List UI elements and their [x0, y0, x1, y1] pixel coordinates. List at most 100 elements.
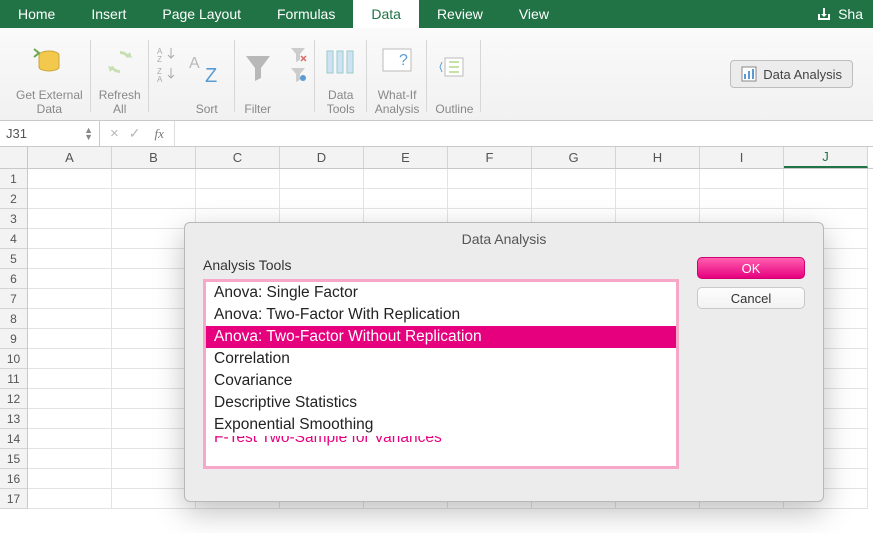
cell[interactable] — [112, 189, 196, 209]
cancel-formula-icon[interactable]: × — [110, 125, 119, 142]
row-header[interactable]: 1 — [0, 169, 28, 189]
analysis-tool-item[interactable]: F-Test Two-Sample for Variances — [206, 436, 676, 448]
cell[interactable] — [448, 169, 532, 189]
share-button[interactable]: Sha — [810, 6, 873, 22]
tab-view[interactable]: View — [501, 0, 567, 28]
group-data-tools[interactable]: Data Tools — [315, 32, 367, 120]
row-header[interactable]: 2 — [0, 189, 28, 209]
cell[interactable] — [28, 169, 112, 189]
cell[interactable] — [28, 249, 112, 269]
row-header[interactable]: 10 — [0, 349, 28, 369]
cell[interactable] — [700, 169, 784, 189]
cancel-button[interactable]: Cancel — [697, 287, 805, 309]
cell[interactable] — [448, 189, 532, 209]
col-header-c[interactable]: C — [196, 147, 280, 168]
row-header[interactable]: 14 — [0, 429, 28, 449]
tab-review[interactable]: Review — [419, 0, 501, 28]
cell[interactable] — [28, 269, 112, 289]
analysis-tool-item[interactable]: Covariance — [206, 370, 676, 392]
cell[interactable] — [532, 169, 616, 189]
cell[interactable] — [28, 309, 112, 329]
cell[interactable] — [364, 189, 448, 209]
col-header-h[interactable]: H — [616, 147, 700, 168]
col-header-a[interactable]: A — [28, 147, 112, 168]
row-header[interactable]: 3 — [0, 209, 28, 229]
cell[interactable] — [28, 289, 112, 309]
row-header[interactable]: 15 — [0, 449, 28, 469]
col-header-i[interactable]: I — [700, 147, 784, 168]
cell[interactable] — [784, 189, 868, 209]
cell[interactable] — [784, 169, 868, 189]
name-box-stepper[interactable]: ▲▼ — [84, 127, 93, 141]
group-sort[interactable]: AZ Sort — [179, 32, 235, 120]
cell[interactable] — [28, 329, 112, 349]
col-header-b[interactable]: B — [112, 147, 196, 168]
cell[interactable] — [28, 409, 112, 429]
cell[interactable] — [616, 169, 700, 189]
formula-input[interactable] — [174, 121, 873, 146]
tab-data[interactable]: Data — [353, 0, 419, 28]
cell[interactable] — [28, 349, 112, 369]
group-filter[interactable]: Filter — [235, 32, 281, 120]
analysis-tool-item[interactable]: Correlation — [206, 348, 676, 370]
sort-desc-button[interactable]: ZA — [157, 66, 177, 82]
col-header-e[interactable]: E — [364, 147, 448, 168]
cell[interactable] — [28, 369, 112, 389]
sort-asc-button[interactable]: AZ — [157, 46, 177, 62]
row-header[interactable]: 12 — [0, 389, 28, 409]
col-header-f[interactable]: F — [448, 147, 532, 168]
cell[interactable] — [616, 189, 700, 209]
col-header-j[interactable]: J — [784, 147, 868, 168]
cell[interactable] — [532, 189, 616, 209]
cell[interactable] — [28, 389, 112, 409]
col-header-d[interactable]: D — [280, 147, 364, 168]
analysis-tools-list[interactable]: Anova: Single FactorAnova: Two-Factor Wi… — [203, 279, 679, 469]
data-analysis-button[interactable]: Data Analysis — [730, 60, 853, 88]
cell[interactable] — [700, 189, 784, 209]
group-get-external-data[interactable]: Get External Data — [8, 32, 91, 120]
fx-label[interactable]: fx — [155, 126, 164, 142]
row-header[interactable]: 4 — [0, 229, 28, 249]
row-header[interactable]: 17 — [0, 489, 28, 509]
cell[interactable] — [196, 189, 280, 209]
row-header[interactable]: 5 — [0, 249, 28, 269]
accept-formula-icon[interactable]: ✓ — [129, 125, 141, 142]
analysis-tool-item[interactable]: Anova: Single Factor — [206, 282, 676, 304]
row-header[interactable]: 11 — [0, 369, 28, 389]
row-header[interactable]: 7 — [0, 289, 28, 309]
cell[interactable] — [28, 229, 112, 249]
cell[interactable] — [280, 169, 364, 189]
cell[interactable] — [112, 169, 196, 189]
ok-button[interactable]: OK — [697, 257, 805, 279]
row-header[interactable]: 6 — [0, 269, 28, 289]
group-refresh-all[interactable]: Refresh All — [91, 32, 149, 120]
advanced-filter-button[interactable] — [289, 66, 307, 82]
row-header[interactable]: 9 — [0, 329, 28, 349]
cell[interactable] — [196, 169, 280, 189]
analysis-tool-item[interactable]: Anova: Two-Factor With Replication — [206, 304, 676, 326]
cell[interactable] — [28, 489, 112, 509]
cell[interactable] — [28, 189, 112, 209]
cell[interactable] — [364, 169, 448, 189]
cell[interactable] — [28, 429, 112, 449]
cell[interactable] — [28, 469, 112, 489]
tab-formulas[interactable]: Formulas — [259, 0, 353, 28]
cell[interactable] — [28, 449, 112, 469]
col-header-g[interactable]: G — [532, 147, 616, 168]
name-box[interactable]: J31 ▲▼ — [0, 121, 100, 146]
group-outline[interactable]: Outline — [427, 32, 481, 120]
tab-insert[interactable]: Insert — [73, 0, 144, 28]
cell[interactable] — [28, 209, 112, 229]
row-header[interactable]: 16 — [0, 469, 28, 489]
analysis-tool-item[interactable]: Descriptive Statistics — [206, 392, 676, 414]
analysis-tool-item[interactable]: Anova: Two-Factor Without Replication — [206, 326, 676, 348]
cell[interactable] — [280, 189, 364, 209]
tab-home[interactable]: Home — [0, 0, 73, 28]
clear-filter-button[interactable] — [289, 46, 307, 62]
tab-page-layout[interactable]: Page Layout — [144, 0, 259, 28]
analysis-tool-item[interactable]: Exponential Smoothing — [206, 414, 676, 436]
row-header[interactable]: 8 — [0, 309, 28, 329]
row-header[interactable]: 13 — [0, 409, 28, 429]
select-all-corner[interactable] — [0, 147, 28, 168]
group-what-if[interactable]: ? What-If Analysis — [367, 32, 428, 120]
